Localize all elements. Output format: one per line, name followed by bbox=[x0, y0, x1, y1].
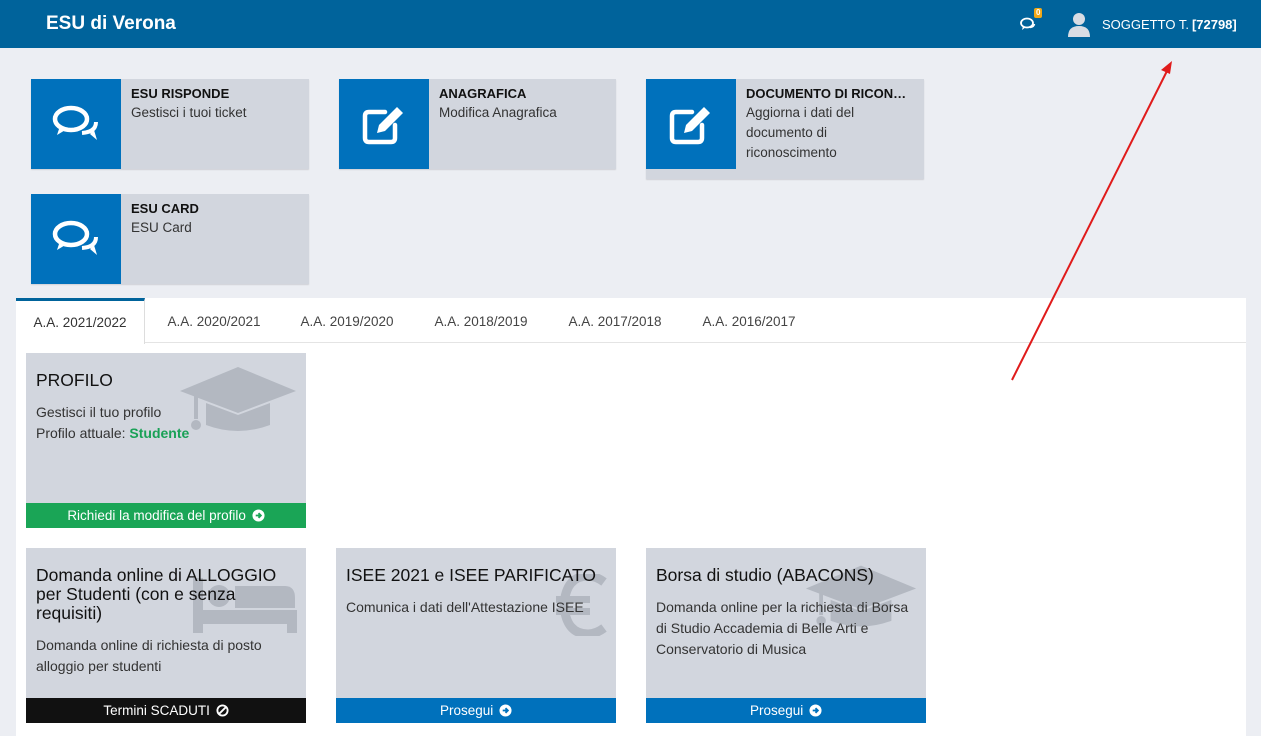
tile-title: ANAGRAFICA bbox=[439, 86, 527, 101]
tab-2020-2021[interactable]: A.A. 2020/2021 bbox=[151, 298, 277, 343]
isee-card: ISEE 2021 e ISEE PARIFICATO Comunica i d… bbox=[336, 548, 616, 723]
isee-continue-button[interactable]: Prosegui bbox=[336, 698, 616, 723]
annotation-arrow-icon bbox=[1011, 61, 1172, 381]
card-body: Comunica i dati dell'Attestazione ISEE bbox=[346, 599, 584, 615]
tile-description: Aggiorna i dati del documento di riconos… bbox=[746, 105, 855, 160]
current-profile-label: Profilo attuale: bbox=[36, 425, 126, 441]
edit-square-icon bbox=[362, 107, 403, 145]
user-name: SOGGETTO T. bbox=[1102, 16, 1189, 32]
profile-card: PROFILO Gestisci il tuo profilo Profilo … bbox=[26, 353, 306, 528]
tile-title: ESU RISPONDE bbox=[131, 86, 230, 101]
tab-2018-2019[interactable]: A.A. 2018/2019 bbox=[418, 298, 544, 343]
card-body: Domanda online di richiesta di posto all… bbox=[36, 637, 262, 674]
user-menu[interactable]: SOGGETTO T. [72798] bbox=[1066, 10, 1237, 38]
edit-square-icon bbox=[669, 107, 710, 145]
footer-label: Termini SCADUTI bbox=[103, 703, 210, 718]
user-id: [72798] bbox=[1191, 16, 1237, 32]
card-title: PROFILO bbox=[36, 370, 113, 390]
footer-label: Prosegui bbox=[439, 703, 494, 718]
tab-2017-2018[interactable]: A.A. 2017/2018 bbox=[552, 298, 678, 343]
tab-2016-2017[interactable]: A.A. 2016/2017 bbox=[686, 298, 812, 343]
arrow-circle-right-icon bbox=[499, 704, 512, 717]
tile-esu-card[interactable]: ESU CARD ESU Card bbox=[31, 194, 309, 284]
deadline-expired-button[interactable]: Termini SCADUTI bbox=[26, 698, 306, 723]
tile-anagrafica[interactable]: ANAGRAFICA Modifica Anagrafica bbox=[339, 79, 616, 169]
tab-2019-2020[interactable]: A.A. 2019/2020 bbox=[284, 298, 410, 343]
tile-esu-risponde[interactable]: ESU RISPONDE Gestisci i tuoi ticket bbox=[31, 79, 309, 169]
arrow-circle-right-icon bbox=[252, 509, 265, 522]
tile-description: Modifica Anagrafica bbox=[439, 105, 557, 120]
user-avatar-icon bbox=[1068, 13, 1090, 37]
card-body: Domanda online per la richiesta di Borsa… bbox=[656, 599, 909, 657]
current-profile: Profilo attuale: Studente bbox=[36, 423, 298, 444]
chat-bubbles-icon bbox=[52, 220, 98, 255]
profile-description: Gestisci il tuo profilo bbox=[36, 404, 162, 420]
card-title: Borsa di studio (ABACONS) bbox=[656, 565, 874, 585]
tile-documento-riconoscimento[interactable]: DOCUMENTO DI RICONOSCIMENTO Aggiorna i d… bbox=[646, 79, 924, 179]
card-title: Domanda online di ALLOGGIO per Studenti … bbox=[36, 565, 277, 623]
notification-badge: 0 bbox=[1034, 8, 1043, 18]
card-body: Gestisci il tuo profilo Profilo attuale:… bbox=[36, 402, 298, 444]
tile-description: Gestisci i tuoi ticket bbox=[131, 105, 247, 120]
footer-label: Prosegui bbox=[749, 703, 804, 718]
notifications-button[interactable]: 0 bbox=[1020, 8, 1043, 34]
card-title: ISEE 2021 e ISEE PARIFICATO bbox=[346, 565, 596, 585]
current-profile-value: Studente bbox=[129, 425, 190, 441]
chat-bubbles-icon bbox=[52, 105, 98, 140]
tab-2021-2022[interactable]: A.A. 2021/2022 bbox=[16, 298, 145, 344]
housing-application-card: Domanda online di ALLOGGIO per Studenti … bbox=[26, 548, 306, 723]
tile-description: ESU Card bbox=[131, 220, 192, 235]
tile-title: DOCUMENTO DI RICONOSCIMENTO bbox=[746, 86, 916, 101]
footer-label: Richiedi la modifica del profilo bbox=[67, 508, 246, 523]
brand-title[interactable]: ESU di Verona bbox=[46, 13, 176, 35]
scholarship-continue-button[interactable]: Prosegui bbox=[646, 698, 926, 723]
tile-title: ESU CARD bbox=[131, 201, 199, 216]
arrow-circle-right-icon bbox=[809, 704, 822, 717]
top-navbar: ESU di Verona 0 SOGGETTO T. [72798] bbox=[0, 0, 1261, 48]
scholarship-card: Borsa di studio (ABACONS) Domanda online… bbox=[646, 548, 926, 723]
chat-icon bbox=[1020, 17, 1036, 30]
request-profile-change-button[interactable]: Richiedi la modifica del profilo bbox=[26, 503, 306, 528]
ban-icon bbox=[216, 704, 229, 717]
